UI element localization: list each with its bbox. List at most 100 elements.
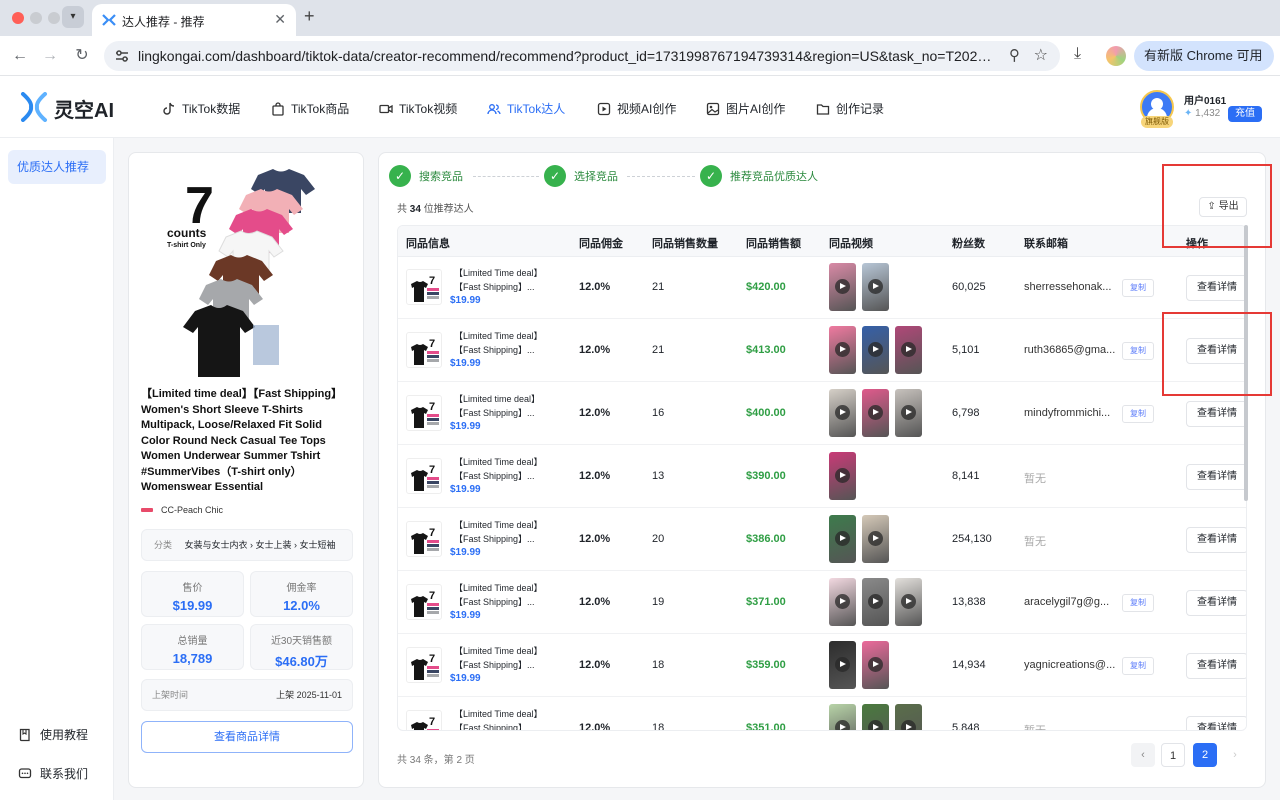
video-thumbnail[interactable] — [862, 389, 889, 437]
table-row: 7 【Limited Time deal】 【Fast Shipping】...… — [398, 320, 1246, 382]
play-icon — [835, 720, 850, 730]
prev-page-button[interactable]: ‹ — [1131, 743, 1155, 767]
nav-tiktok-data[interactable]: TikTok数据 — [162, 100, 240, 117]
nav-tiktok-creators[interactable]: TikTok达人 — [487, 100, 565, 117]
image-counts-word: counts — [167, 226, 207, 240]
category-value: 女装与女士内衣 › 女士上装 › 女士短袖 — [184, 540, 336, 550]
copy-email-button[interactable]: 复制 — [1122, 405, 1154, 423]
nav-creation-records[interactable]: 创作记录 — [816, 100, 884, 117]
zoom-icon[interactable]: ⚲ — [1009, 46, 1020, 64]
svg-text:7: 7 — [429, 275, 435, 287]
address-bar[interactable]: lingkongai.com/dashboard/tiktok-data/cre… — [104, 41, 1060, 71]
copy-email-button[interactable]: 复制 — [1122, 657, 1154, 675]
chrome-update-button[interactable]: 有新版 Chrome 可用 ⋮ — [1134, 41, 1274, 93]
email-value: 暂无 — [1024, 725, 1046, 731]
shopping-bag-icon — [272, 101, 284, 116]
video-thumbnail[interactable] — [862, 704, 889, 730]
video-thumbnail[interactable] — [862, 515, 889, 563]
video-thumbnail[interactable] — [829, 641, 856, 689]
video-thumbnail[interactable] — [862, 326, 889, 374]
video-thumbnail[interactable] — [829, 515, 856, 563]
minimize-window-button[interactable] — [30, 12, 42, 24]
sidebar-item-quality-creators[interactable]: 优质达人推荐 — [8, 150, 106, 184]
nav-tiktok-videos[interactable]: TikTok视频 — [379, 100, 457, 117]
play-icon — [835, 531, 850, 546]
product-name: 【Limited Time deal】 【Fast Shipping】... — [454, 329, 554, 357]
maximize-window-button[interactable] — [48, 12, 60, 24]
video-thumbnail[interactable] — [829, 452, 856, 500]
video-thumbnail[interactable] — [829, 578, 856, 626]
video-thumbnail[interactable] — [895, 578, 922, 626]
video-thumbnail[interactable] — [895, 326, 922, 374]
browser-tab[interactable]: 达人推荐 - 推荐 ✕ — [92, 4, 296, 36]
nav-label: TikTok达人 — [507, 102, 566, 116]
email-value: 暂无 — [1024, 536, 1046, 548]
image-sub: T-shirt Only — [167, 242, 206, 249]
forward-arrow-icon[interactable]: → — [38, 44, 62, 68]
app-logo-text: 灵空AI — [54, 100, 114, 122]
recharge-button[interactable]: 充值 — [1228, 106, 1262, 122]
profile-avatar[interactable] — [1106, 46, 1126, 66]
sales-qty-value: 18 — [652, 722, 665, 731]
play-icon — [901, 342, 916, 357]
close-tab-icon[interactable]: ✕ — [274, 11, 286, 28]
bookmark-star-icon[interactable]: ☆ — [1034, 45, 1048, 65]
sales-amount-value: $390.00 — [746, 470, 786, 482]
video-thumbnail[interactable] — [862, 641, 889, 689]
copy-email-button[interactable]: 复制 — [1122, 594, 1154, 612]
video-thumbnail[interactable] — [862, 578, 889, 626]
video-thumbnail[interactable] — [829, 263, 856, 311]
tab-search-button[interactable]: ▾ — [62, 6, 84, 28]
sales-amount-value: $351.00 — [746, 722, 786, 731]
nav-image-ai[interactable]: 图片AI创作 — [706, 100, 785, 117]
view-details-button[interactable]: 查看详情 — [1186, 464, 1246, 490]
video-thumbnail[interactable] — [829, 326, 856, 374]
stat-label: 佣金率 — [286, 583, 317, 594]
view-details-button[interactable]: 查看详情 — [1186, 653, 1246, 679]
product-thumbnail: 7 — [406, 332, 442, 368]
product-name-line1: 【Limited Time deal】 — [454, 457, 543, 467]
sales-qty-value: 21 — [652, 344, 665, 356]
back-arrow-icon[interactable]: ← — [8, 44, 32, 68]
video-thumbnail[interactable] — [862, 263, 889, 311]
download-icon[interactable]: ⤓ — [1074, 45, 1081, 63]
product-thumbnail: 7 — [406, 458, 442, 494]
product-thumbnail-image: 7 — [411, 275, 439, 302]
copy-email-button[interactable]: 复制 — [1122, 279, 1154, 297]
reload-icon[interactable]: ↻ — [70, 44, 94, 68]
svg-text:7: 7 — [429, 464, 435, 476]
video-thumbnail[interactable] — [829, 704, 856, 730]
site-settings-icon[interactable] — [114, 48, 130, 64]
book-icon — [19, 728, 30, 741]
table-row: 7 【Limited Time deal】 【Fast Shipping】...… — [398, 509, 1246, 571]
sidebar-item-contact[interactable]: 联系我们 — [18, 765, 88, 782]
video-thumbnail[interactable] — [829, 389, 856, 437]
listing-date-box: 上架时间 上架 2025-11-01 — [141, 679, 353, 711]
page-2-button[interactable]: 2 — [1193, 743, 1217, 767]
sidebar-item-tutorial[interactable]: 使用教程 — [18, 726, 88, 743]
view-details-button[interactable]: 查看详情 — [1186, 275, 1246, 301]
followers-value: 8,141 — [952, 470, 980, 482]
followers-value: 5,848 — [952, 722, 980, 731]
url-text[interactable]: lingkongai.com/dashboard/tiktok-data/cre… — [138, 48, 998, 64]
view-details-button[interactable]: 查看详情 — [1186, 590, 1246, 616]
video-thumbnail[interactable] — [895, 704, 922, 730]
sidebar: 优质达人推荐 使用教程 联系我们 — [0, 138, 114, 800]
product-thumbnail-image: 7 — [411, 401, 439, 428]
page-1-button[interactable]: 1 — [1161, 743, 1185, 767]
view-details-button[interactable]: 查看详情 — [1186, 401, 1246, 427]
view-details-button[interactable]: 查看详情 — [1186, 716, 1246, 730]
nav-label: 图片AI创作 — [726, 102, 786, 116]
close-window-button[interactable] — [12, 12, 24, 24]
sales-qty-value: 20 — [652, 533, 665, 545]
view-details-button[interactable]: 查看详情 — [1186, 527, 1246, 553]
site-favicon-icon — [102, 14, 116, 26]
nav-video-ai[interactable]: 视频AI创作 — [597, 100, 676, 117]
view-product-details-button[interactable]: 查看商品详情 — [141, 721, 353, 753]
new-tab-button[interactable]: + — [304, 6, 315, 27]
video-thumbnail[interactable] — [895, 389, 922, 437]
copy-email-button[interactable]: 复制 — [1122, 342, 1154, 360]
followers-value: 14,934 — [952, 659, 986, 671]
nav-tiktok-products[interactable]: TikTok商品 — [271, 100, 349, 117]
next-page-button[interactable]: › — [1223, 743, 1247, 767]
